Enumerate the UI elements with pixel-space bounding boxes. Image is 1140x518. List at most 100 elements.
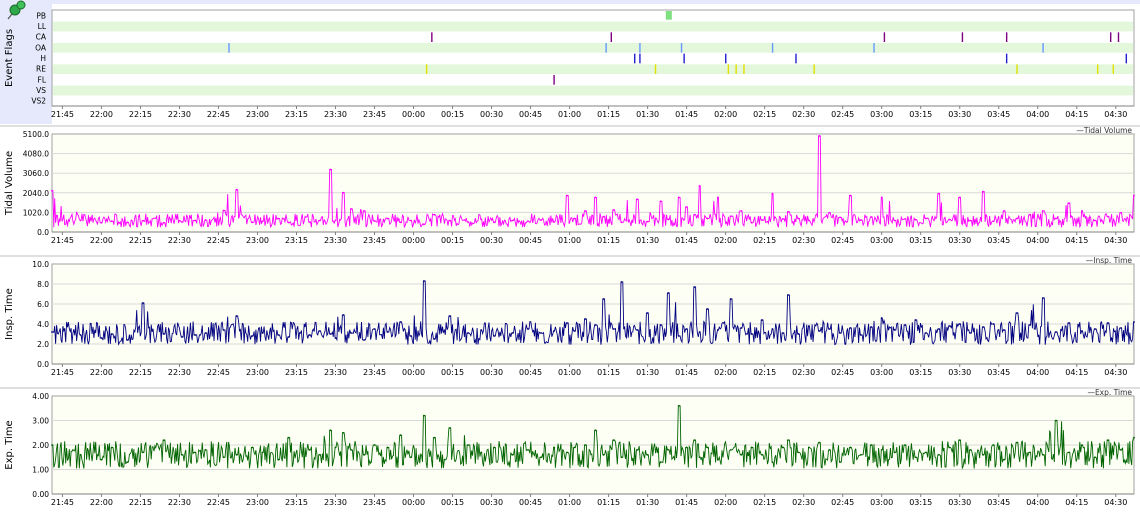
event-marker-h — [683, 53, 685, 64]
insp-y-tick-label: 6.0 — [37, 300, 49, 309]
insp-data-point — [1042, 297, 1044, 299]
event-row-label-ca: CA — [36, 33, 47, 42]
exp-data-point — [410, 456, 412, 459]
insp-x-tick-label: 00:15 — [441, 368, 464, 377]
tidal-data-point — [110, 220, 113, 223]
tidal-data-point — [893, 219, 896, 222]
tidal-x-tick-label: 01:45 — [675, 236, 698, 245]
event-flags-x-tick-label: 22:30 — [168, 110, 191, 119]
tidal-data-point — [992, 220, 995, 223]
insp-data-point — [1055, 331, 1057, 333]
exp-data-point — [540, 456, 542, 459]
exp-x-tick-label: 01:45 — [675, 498, 698, 507]
insp-x-tick-label: 22:00 — [90, 368, 113, 377]
event-flags-x-tick-label: 01:45 — [675, 110, 698, 119]
tidal-data-point — [423, 223, 425, 226]
tidal-data-point — [602, 215, 605, 218]
exp-data-point — [1055, 419, 1057, 422]
exp-data-point — [1094, 456, 1096, 459]
tidal-x-tick-label: 02:45 — [831, 236, 854, 245]
exp-data-point — [870, 444, 873, 446]
insp-data-point — [79, 334, 82, 336]
exp-x-tick-label: 00:45 — [519, 498, 542, 507]
tidal-x-tick-label: 03:15 — [909, 236, 932, 245]
insp-data-point — [126, 339, 129, 341]
event-flags-x-tick-label: 01:00 — [558, 110, 581, 119]
insp-x-tick-label: 21:45 — [51, 368, 74, 377]
exp-data-point — [659, 461, 662, 464]
insp-data-point — [925, 332, 927, 334]
event-flags-x-tick-label: 04:30 — [1104, 110, 1127, 119]
exp-data-point — [620, 456, 623, 459]
tidal-data-point — [573, 217, 576, 220]
exp-data-point — [1068, 451, 1070, 454]
insp-x-tick-label: 04:30 — [1104, 368, 1127, 377]
exp-y-tick-label: 2.00 — [32, 441, 49, 450]
event-marker-oa — [873, 43, 875, 53]
insp-data-point — [1081, 330, 1083, 332]
pin-icon-knob — [16, 0, 26, 10]
insp-data-point — [787, 294, 789, 296]
insp-y-tick-label: 8.0 — [37, 280, 49, 289]
exp-data-point — [893, 451, 896, 454]
tidal-data-point — [958, 196, 961, 199]
insp-data-point — [870, 326, 873, 328]
insp-data-point — [828, 328, 831, 330]
tidal-data-point — [363, 209, 366, 212]
tidal-data-point — [938, 192, 940, 195]
insp-x-tick-label: 03:45 — [987, 368, 1010, 377]
insp-data-point — [685, 328, 688, 330]
exp-data-point — [807, 446, 810, 449]
insp-data-point — [308, 334, 311, 336]
tidal-data-point — [948, 218, 951, 221]
exp-x-tick-label: 22:45 — [207, 498, 230, 507]
event-flags-x-tick-label: 22:15 — [129, 110, 152, 119]
event-row-band — [53, 64, 1133, 74]
insp-y-tick-label: 4.0 — [37, 320, 49, 329]
event-marker-re — [727, 64, 730, 74]
insp-data-point — [750, 333, 753, 335]
insp-data-point — [318, 330, 321, 332]
tidal-data-point — [1068, 202, 1070, 205]
insp-data-point — [982, 326, 985, 328]
insp-x-tick-label: 01:45 — [675, 368, 698, 377]
exp-data-point — [1029, 451, 1031, 454]
chart-canvas: PB LL CAOA H REFL VS VS2 21:45 22:00 22:15 22:30 22… — [0, 0, 1140, 507]
event-marker-h — [795, 53, 797, 64]
tidal-x-tick-label: 00:00 — [402, 236, 425, 245]
exp-data-point — [1016, 441, 1018, 444]
event-marker-ca — [1005, 32, 1008, 42]
event-flags-x-tick-label: 04:00 — [1026, 110, 1049, 119]
exp-data-point — [828, 449, 831, 451]
tidal-data-point — [646, 220, 649, 223]
exp-x-tick-label: 22:15 — [129, 498, 152, 507]
insp-data-point — [797, 333, 800, 335]
event-flags-y-axis-title: Event Flags — [4, 29, 15, 87]
exp-data-point — [1081, 444, 1083, 446]
exp-y-tick-label: 4.00 — [32, 392, 49, 401]
insp-x-tick-label: 04:15 — [1065, 368, 1088, 377]
insp-data-point — [553, 330, 555, 332]
event-marker-oa — [680, 43, 683, 53]
insp-data-point — [1107, 322, 1109, 324]
insp-data-point — [807, 325, 810, 327]
tidal-data-point — [904, 218, 907, 220]
tidal-data-point — [828, 211, 831, 214]
tidal-data-point — [781, 218, 784, 220]
event-marker-re — [425, 64, 428, 74]
exp-x-tick-label: 03:15 — [909, 498, 932, 507]
insp-x-tick-label: 22:30 — [168, 368, 191, 377]
tidal-data-point — [334, 219, 337, 222]
insp-data-point — [527, 328, 529, 330]
tidal-data-point — [79, 219, 82, 222]
exp-data-point — [948, 446, 951, 449]
sleep-report-charts: PB LL CA OA H RE FL VS VS2 21:45 22:00 22:15 22:30 22… — [0, 0, 1140, 514]
tidal-data-point — [807, 219, 810, 222]
tidal-data-point — [480, 218, 483, 221]
insp-x-tick-label: 02:30 — [792, 368, 815, 377]
tidal-data-point — [849, 194, 852, 197]
exp-data-point — [594, 429, 597, 432]
exp-data-point — [350, 449, 353, 451]
insp-data-point — [636, 329, 639, 331]
tidal-data-point — [771, 192, 774, 195]
